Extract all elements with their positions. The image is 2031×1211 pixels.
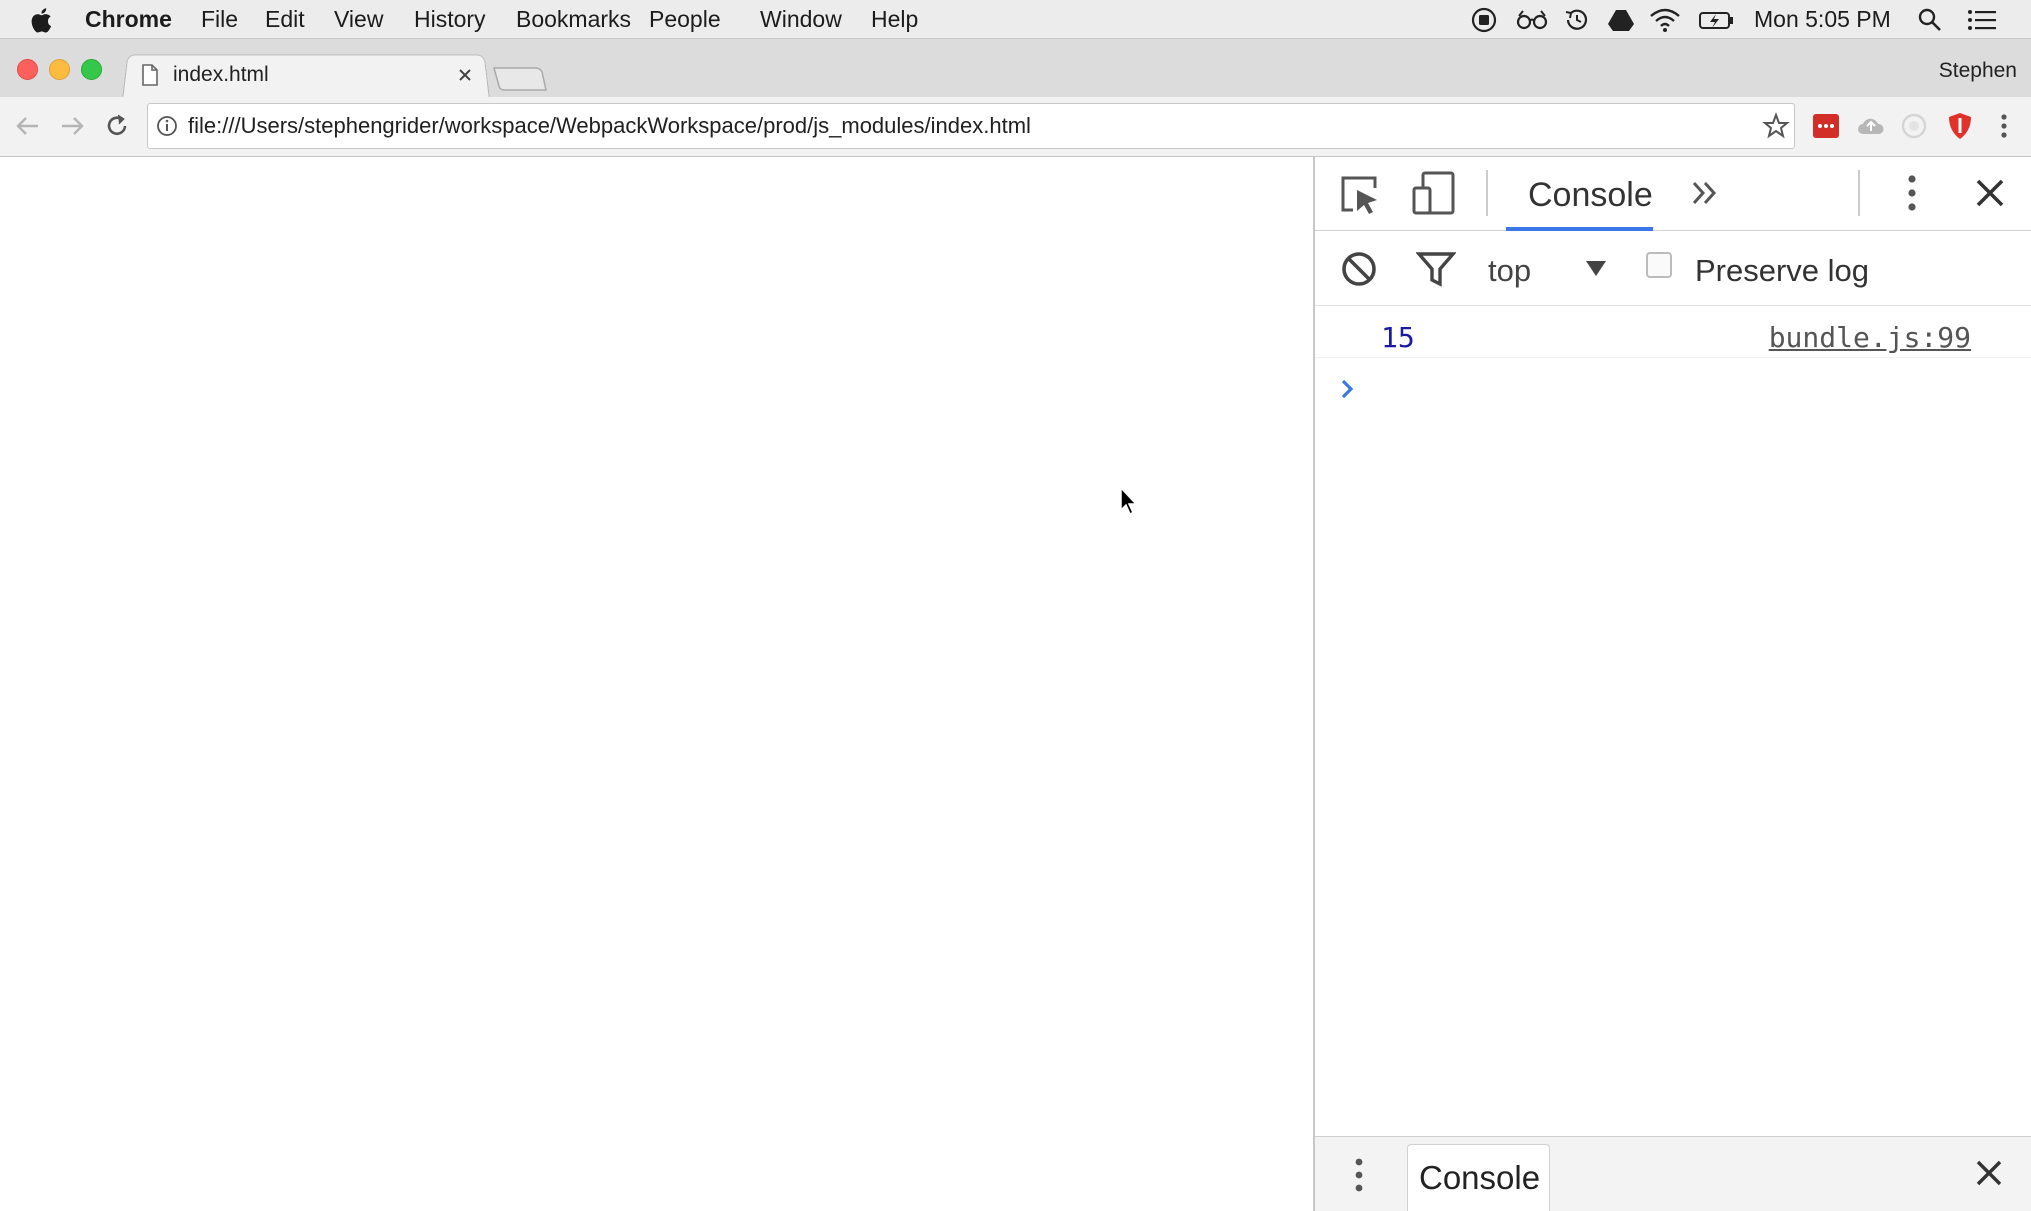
context-selector[interactable]: top xyxy=(1488,251,1531,291)
menu-help[interactable]: Help xyxy=(871,0,918,39)
tab-console[interactable]: Console xyxy=(1528,167,1653,223)
bookmark-star-icon[interactable] xyxy=(1762,112,1790,140)
battery-charging-icon[interactable] xyxy=(1699,7,1735,33)
screen-record-icon[interactable] xyxy=(1471,7,1497,33)
window-minimize-button[interactable] xyxy=(49,59,70,80)
tab-close-icon[interactable] xyxy=(456,66,474,84)
menu-view[interactable]: View xyxy=(334,0,383,39)
menu-file[interactable]: File xyxy=(201,0,238,39)
new-tab-button[interactable] xyxy=(492,64,548,94)
extension-circle-icon[interactable] xyxy=(1900,112,1928,140)
page-viewport[interactable] xyxy=(0,157,1313,1211)
preserve-log-label[interactable]: Preserve log xyxy=(1695,251,1869,291)
drawer-close-icon[interactable] xyxy=(1974,1158,2004,1188)
filter-funnel-icon[interactable] xyxy=(1416,250,1456,288)
preserve-log-checkbox[interactable] xyxy=(1646,252,1672,278)
devtools-menu-icon[interactable] xyxy=(1905,173,1919,215)
drawer-menu-icon[interactable] xyxy=(1352,1156,1366,1198)
devtools-close-icon[interactable] xyxy=(1974,177,2006,209)
forward-arrow-icon[interactable] xyxy=(58,113,86,139)
console-prompt-chevron-icon[interactable] xyxy=(1339,376,1357,402)
reload-icon[interactable] xyxy=(103,112,131,140)
element-picker-icon[interactable] xyxy=(1337,172,1381,216)
chrome-menu-icon[interactable] xyxy=(1998,112,2010,140)
clear-console-icon[interactable] xyxy=(1340,250,1378,288)
menu-app-name[interactable]: Chrome xyxy=(85,0,172,39)
devtools-separator-right xyxy=(1858,170,1860,216)
notification-center-icon[interactable] xyxy=(1967,7,1997,33)
wifi-icon[interactable] xyxy=(1649,7,1681,33)
devtools-panel xyxy=(1313,157,2031,1211)
profile-name[interactable]: Stephen xyxy=(1939,54,2017,88)
log-entry-value: 15 xyxy=(1381,321,1415,354)
device-toolbar-icon[interactable] xyxy=(1411,170,1457,216)
window-close-button[interactable] xyxy=(17,59,38,80)
glasses-icon[interactable] xyxy=(1516,7,1548,33)
back-arrow-icon[interactable] xyxy=(14,113,42,139)
window-zoom-button[interactable] xyxy=(81,59,102,80)
url-text[interactable]: file:///Users/stephengrider/workspace/We… xyxy=(188,106,1031,146)
devtools-separator xyxy=(1486,170,1488,216)
log-entry-source-link[interactable]: bundle.js:99 xyxy=(1769,318,1971,358)
menu-people[interactable]: People xyxy=(649,0,721,39)
time-machine-icon[interactable] xyxy=(1563,7,1591,33)
google-drive-icon[interactable] xyxy=(1607,7,1635,33)
more-tabs-chevron-icon[interactable] xyxy=(1690,178,1720,208)
spotlight-search-icon[interactable] xyxy=(1917,7,1943,33)
menu-bookmarks[interactable]: Bookmarks xyxy=(516,0,631,39)
document-icon xyxy=(141,64,159,86)
menubar-clock[interactable]: Mon 5:05 PM xyxy=(1754,0,1891,39)
menu-window[interactable]: Window xyxy=(760,0,842,39)
drawer-tab-console-label: Console xyxy=(1419,1159,1541,1196)
menu-history[interactable]: History xyxy=(414,0,486,39)
site-info-icon[interactable] xyxy=(156,115,178,137)
console-input[interactable] xyxy=(1360,366,2000,410)
mouse-cursor-icon xyxy=(1119,486,1139,516)
macos-menu-bar: Chrome File Edit View History Bookmarks … xyxy=(0,0,2031,39)
apple-logo-icon[interactable] xyxy=(30,6,56,34)
menu-edit[interactable]: Edit xyxy=(265,0,305,39)
active-tab-underline xyxy=(1506,227,1653,231)
cloud-extension-icon[interactable] xyxy=(1856,112,1886,140)
ublock-shield-icon[interactable] xyxy=(1946,111,1974,141)
dropdown-triangle-icon[interactable] xyxy=(1584,258,1608,278)
lastpass-extension-icon[interactable] xyxy=(1812,112,1840,140)
tab-title: index.html xyxy=(173,63,269,86)
